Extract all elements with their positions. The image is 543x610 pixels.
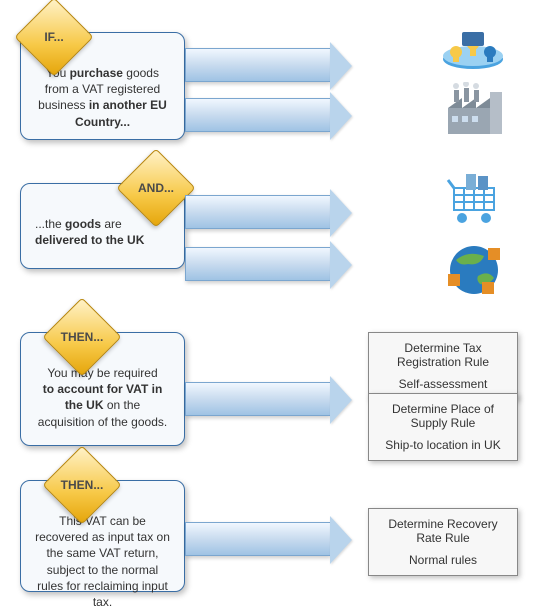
- arrow-then1: [185, 382, 330, 416]
- vat-flow-diagram: You purchase goods from a VAT registered…: [0, 0, 543, 604]
- card-then1-text: You may be required to account for VAT i…: [35, 365, 170, 430]
- t: in another EU Country...: [75, 98, 167, 128]
- arrow-if-2: [185, 98, 330, 132]
- people-circle-icon: [438, 14, 508, 74]
- t: delivered to the UK: [35, 233, 144, 247]
- t: on the acquisition of the goods.: [38, 398, 167, 428]
- t: are: [101, 217, 122, 231]
- arrow-and-1: [185, 195, 330, 229]
- arrow-if-1: [185, 48, 330, 82]
- rule-recovery-rate: Determine Recovery Rate Rule Normal rule…: [368, 508, 518, 576]
- globe-boxes-icon: [444, 240, 508, 300]
- card-then2-text: This VAT can be recovered as input tax o…: [35, 513, 170, 610]
- t: ...the: [35, 217, 65, 231]
- shopping-cart-icon: [444, 170, 508, 230]
- rule-title: Determine Place of Supply Rule: [375, 402, 511, 430]
- rule-place-of-supply: Determine Place of Supply Rule Ship-to l…: [368, 393, 518, 461]
- rule-title: Determine Recovery Rate Rule: [375, 517, 511, 545]
- rule-sub: Normal rules: [375, 553, 511, 567]
- t: purchase: [70, 66, 123, 80]
- rule-tax-registration: Determine Tax Registration Rule Self-ass…: [368, 332, 518, 400]
- rule-sub: Ship-to location in UK: [375, 438, 511, 452]
- factory-icon: [442, 82, 508, 138]
- t: You may be required: [47, 366, 157, 380]
- rule-title: Determine Tax Registration Rule: [375, 341, 511, 369]
- t: goods: [65, 217, 101, 231]
- arrow-then2: [185, 522, 330, 556]
- rule-sub: Self-assessment: [375, 377, 511, 391]
- arrow-and-2: [185, 247, 330, 281]
